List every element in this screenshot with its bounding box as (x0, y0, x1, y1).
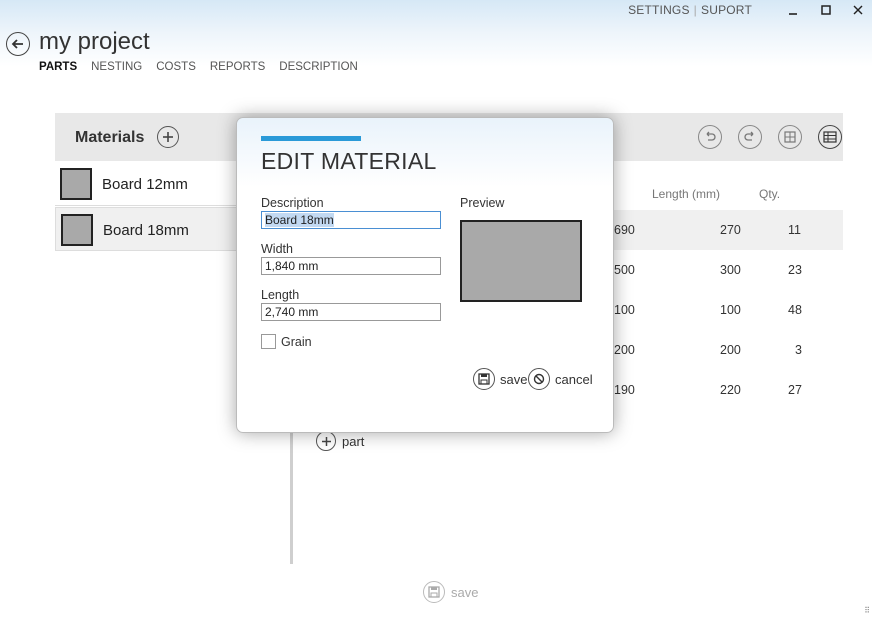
list-icon (823, 131, 837, 143)
close-button[interactable] (844, 0, 872, 20)
length-label: Length (261, 288, 300, 302)
dialog-title: EDIT MATERIAL (261, 148, 437, 174)
arrow-left-icon (11, 39, 23, 49)
separator: | (693, 3, 697, 17)
cell-width: 190 (614, 383, 635, 397)
cell-length: 270 (720, 223, 741, 237)
cell-length: 100 (720, 303, 741, 317)
close-icon (853, 5, 863, 15)
cell-qty: 23 (788, 263, 802, 277)
cancel-icon (528, 368, 550, 390)
material-label: Board 18mm (103, 222, 189, 239)
undo-button[interactable] (698, 125, 722, 149)
column-header-length: Length (mm) (652, 187, 721, 201)
material-swatch (61, 214, 93, 246)
dialog-accent-bar (261, 136, 361, 141)
tab-costs[interactable]: COSTS (156, 61, 196, 73)
material-preview (460, 220, 582, 302)
description-input[interactable]: Board 18mm (261, 211, 441, 229)
cell-length: 300 (720, 263, 741, 277)
add-part-label: part (342, 433, 365, 449)
cell-width: 690 (614, 223, 635, 237)
width-input[interactable]: 1,840 mm (261, 257, 441, 275)
redo-button[interactable] (738, 125, 762, 149)
cell-length: 200 (720, 343, 741, 357)
back-button[interactable] (6, 32, 30, 56)
redo-icon (744, 131, 754, 141)
floppy-icon (473, 368, 495, 390)
maximize-button[interactable] (812, 0, 840, 20)
top-links: SETTINGS | SUPORT (628, 3, 752, 17)
description-label: Description (261, 196, 324, 210)
bottom-save-label: save (451, 584, 479, 600)
tab-description[interactable]: DESCRIPTION (279, 61, 358, 73)
cell-qty: 27 (788, 383, 802, 397)
grid-icon (784, 131, 796, 143)
cell-length: 220 (720, 383, 741, 397)
cell-qty: 11 (788, 223, 801, 237)
material-swatch (60, 168, 92, 200)
main-nav: PARTS NESTING COSTS REPORTS DESCRIPTION (39, 61, 358, 73)
minimize-icon (789, 13, 797, 15)
grain-label: Grain (281, 335, 312, 349)
undo-icon (706, 131, 716, 141)
dialog-save-label: save (500, 371, 528, 387)
dialog-save-button[interactable]: save (473, 368, 527, 390)
description-value: Board 18mm (265, 213, 334, 227)
tab-nesting[interactable]: NESTING (91, 61, 142, 73)
preview-label: Preview (460, 196, 505, 210)
grain-checkbox[interactable] (261, 334, 276, 349)
plus-icon (316, 431, 336, 451)
column-header-qty: Qty. (759, 187, 781, 201)
add-part-button[interactable]: part (316, 431, 364, 451)
width-label: Width (261, 242, 293, 256)
dialog-cancel-button[interactable]: cancel (528, 368, 593, 390)
edit-material-dialog: EDIT MATERIAL Description Board 18mm Wid… (236, 117, 614, 433)
cell-qty: 3 (795, 343, 802, 357)
tab-reports[interactable]: REPORTS (210, 61, 265, 73)
materials-title: Materials (75, 129, 145, 146)
bottom-save-button[interactable]: save (423, 581, 478, 603)
cell-width: 200 (614, 343, 635, 357)
settings-link[interactable]: SETTINGS (628, 3, 690, 17)
grid-view-button[interactable] (778, 125, 802, 149)
floppy-icon (423, 581, 445, 603)
tab-parts[interactable]: PARTS (39, 61, 77, 73)
length-input[interactable]: 2,740 mm (261, 303, 441, 321)
page-title: my project (39, 28, 150, 55)
minimize-button[interactable] (779, 0, 807, 20)
material-label: Board 12mm (102, 176, 188, 193)
list-view-button[interactable] (818, 125, 842, 149)
support-link[interactable]: SUPORT (701, 3, 752, 17)
add-material-button[interactable] (157, 126, 179, 148)
cell-width: 100 (614, 303, 635, 317)
cell-width: 500 (614, 263, 635, 277)
resize-grip-icon[interactable]: ⠿ (864, 606, 870, 615)
cell-qty: 48 (788, 303, 802, 317)
plus-icon (163, 132, 173, 142)
dialog-cancel-label: cancel (555, 371, 593, 387)
maximize-icon (821, 5, 831, 15)
